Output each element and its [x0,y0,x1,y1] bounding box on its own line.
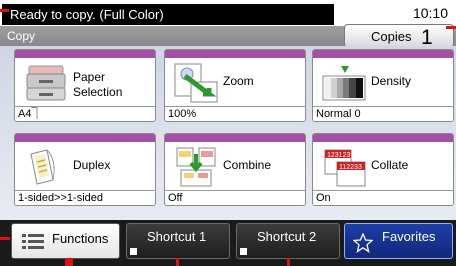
combine-tile[interactable]: Combine Off [164,133,306,206]
marker [287,258,290,266]
status-bar: Ready to copy. (Full Color) 10:10 [0,0,456,26]
tile-label: Zoom [223,74,254,88]
function-grid: Paper Selection A4⏋ Zoom 100% Density No… [0,46,456,220]
status-message: Ready to copy. (Full Color) [2,4,334,25]
tile-label: Collate [371,158,409,172]
paper-tray-icon [26,65,66,101]
functions-button[interactable]: Functions [11,223,120,259]
marker [65,258,73,266]
tile-value: A4⏋ [15,106,155,121]
tile-value: 100% [165,106,305,121]
svg-text:123123: 123123 [327,152,350,159]
functions-label: Functions [52,231,109,246]
corner-icon [130,248,137,255]
tile-label: Duplex [73,158,111,172]
marker [0,9,9,12]
bottom-bar: Functions Shortcut 1 Shortcut 2 Favorite… [0,220,456,266]
tile-value: Off [165,190,305,205]
marker [446,26,456,29]
clock: 10:10 [412,5,448,21]
tile-value: Normal 0 [313,106,453,121]
shortcut-2-button[interactable]: Shortcut 2 [236,223,340,259]
corner-icon [240,248,247,255]
shortcut-label: Shortcut 1 [147,229,207,244]
duplex-icon [30,149,55,185]
tile-label: Density [371,74,412,88]
marker [0,237,10,240]
tile-value: 1-sided>>1-sided [15,190,155,205]
svg-text:112233: 112233 [339,164,362,171]
collate-icon: 123123 112233 [324,149,366,187]
collate-tile[interactable]: 123123 112233 Collate On [312,133,454,206]
zoom-icon [174,63,218,103]
tile-label: Combine [223,158,272,172]
marker [176,258,179,266]
duplex-tile[interactable]: Duplex 1-sided>>1-sided [14,133,156,206]
zoom-tile[interactable]: Zoom 100% [164,49,306,122]
tile-value: On [313,190,453,205]
page-title: Copy [7,29,36,43]
density-icon [322,66,366,101]
list-icon [22,234,44,249]
star-icon [353,233,373,253]
paper-selection-tile[interactable]: Paper Selection A4⏋ [14,49,156,122]
tile-label: Paper Selection [73,70,123,99]
favorites-label: Favorites [382,229,436,244]
copies-button[interactable]: Copies 1 [344,24,454,49]
shortcut-1-button[interactable]: Shortcut 1 [126,223,230,259]
favorites-button[interactable]: Favorites [344,223,453,259]
density-tile[interactable]: Density Normal 0 [312,49,454,122]
shortcut-label: Shortcut 2 [257,229,317,244]
copies-label: Copies [371,29,412,44]
combine-icon [176,147,216,187]
